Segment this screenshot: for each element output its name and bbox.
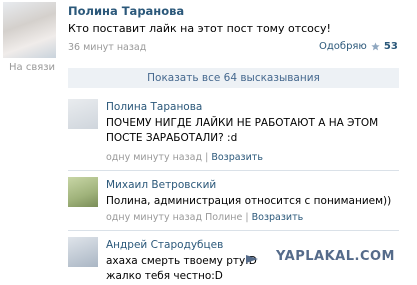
comment-meta: одну минуту назад | Возразить — [106, 152, 263, 163]
post-author-link[interactable]: Полина Таранова — [68, 4, 184, 18]
comment-time[interactable]: одну минуту назад Полине — [106, 212, 242, 223]
comment-author-link[interactable]: Полина Таранова — [106, 101, 202, 113]
comment-meta: одну минуту назад Полине | Возразить — [106, 212, 303, 223]
watermark: YAPLAKAL.COM — [276, 249, 395, 264]
comment-avatar[interactable] — [68, 177, 98, 207]
author-avatar[interactable] — [3, 2, 56, 58]
comment-text-line1: ахаха смерть твоему рту:D — [106, 255, 257, 267]
watermark-arrow-icon — [246, 253, 258, 263]
post-text: Кто поставит лайк на этот пост тому отсо… — [68, 22, 331, 35]
comment-text: ПОЧЕМУ НИГДЕ ЛАЙКИ НЕ РАБОТАЮТ А НА ЭТОМ… — [106, 117, 379, 144]
comment-time[interactable]: одну минуту назад — [106, 152, 202, 163]
show-all-comments-button[interactable]: Показать все 64 высказывания — [68, 68, 399, 88]
reply-button[interactable]: Возразить — [211, 152, 263, 163]
comment-divider — [68, 170, 399, 171]
comment-author-link[interactable]: Михаил Ветровский — [106, 179, 216, 191]
comment-avatar[interactable] — [68, 99, 98, 129]
like-button[interactable]: Одобряю 53 — [319, 41, 398, 52]
like-star-icon — [371, 42, 380, 51]
like-label: Одобряю — [319, 41, 367, 52]
comment-text: Полина, администрация относится с понима… — [106, 195, 392, 207]
separator: | — [245, 212, 249, 223]
comment-author-link[interactable]: Андрей Стародубцев — [106, 239, 223, 251]
comment-text-line2: жалко тебя честно:D — [106, 270, 223, 282]
like-count: 53 — [383, 41, 398, 52]
reply-button[interactable]: Возразить — [252, 212, 304, 223]
post-time[interactable]: 36 минут назад — [68, 42, 146, 53]
comment-avatar[interactable] — [68, 237, 98, 267]
comment-divider — [68, 230, 399, 231]
separator: | — [205, 152, 209, 163]
online-status: На связи — [9, 62, 56, 73]
